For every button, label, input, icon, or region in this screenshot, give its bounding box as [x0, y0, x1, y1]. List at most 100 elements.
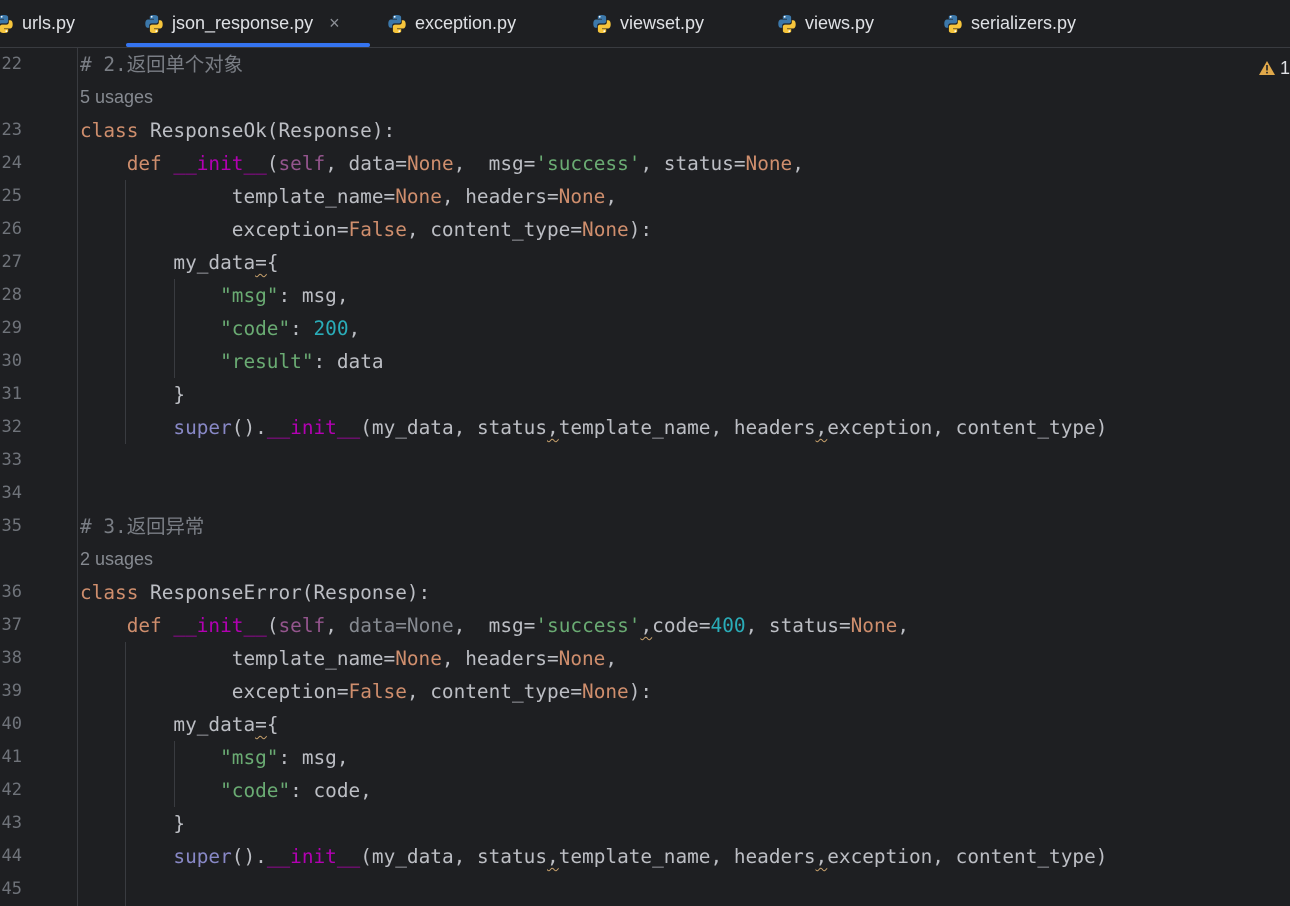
code-text[interactable]: class ResponseError(Response):: [80, 576, 430, 609]
code-line[interactable]: 37 def __init__(self, data=None, msg='su…: [0, 609, 1290, 642]
code-token: my_data: [80, 251, 256, 274]
code-text[interactable]: my_data={: [80, 246, 279, 279]
code-line[interactable]: 40 my_data={: [0, 708, 1290, 741]
code-text[interactable]: super().__init__(my_data, status,templat…: [80, 411, 1107, 444]
code-token: def: [126, 152, 174, 175]
code-token: template_name=: [80, 647, 396, 670]
code-area[interactable]: 22 # 2.返回单个对象 5 usages 23 class ResponseOk(R…: [0, 48, 1290, 906]
code-text[interactable]: "msg": msg,: [80, 741, 348, 774]
editor-tab-bar: urls.py json_response.py × exception.py …: [0, 0, 1290, 48]
code-token: exception, content_type): [827, 416, 1108, 439]
code-token: __init__: [173, 152, 267, 175]
close-tab-icon[interactable]: ×: [329, 13, 340, 34]
usages-hint-row[interactable]: 2 usages: [0, 543, 1290, 576]
python-file-icon: [387, 14, 407, 34]
code-token: , msg=: [453, 614, 536, 637]
code-text[interactable]: "msg": msg,: [80, 279, 348, 312]
code-text[interactable]: }: [80, 807, 185, 840]
line-number: 29: [1, 318, 22, 338]
code-text[interactable]: "code": 200,: [80, 312, 360, 345]
code-token: }: [80, 812, 186, 835]
code-token: , status=: [640, 152, 746, 175]
tab-urls-py[interactable]: urls.py: [0, 0, 75, 47]
code-token: __init__: [173, 614, 267, 637]
code-token: __init__: [266, 416, 361, 439]
code-line[interactable]: 28 "msg": msg,: [0, 279, 1290, 312]
code-token: :: [290, 317, 314, 340]
code-token: ,: [815, 845, 828, 868]
line-number: 34: [1, 483, 22, 503]
code-token: {: [266, 251, 279, 274]
code-text[interactable]: super().__init__(my_data, status,templat…: [80, 840, 1107, 873]
code-text[interactable]: class ResponseOk(Response):: [80, 114, 395, 147]
tab-views-py[interactable]: views.py: [777, 0, 874, 47]
code-token: : code,: [290, 779, 372, 802]
code-line[interactable]: 25 template_name=None, headers=None,: [0, 180, 1290, 213]
code-line[interactable]: 26 exception=False, content_type=None):: [0, 213, 1290, 246]
code-text[interactable]: def __init__(self, data=None, msg='succe…: [80, 147, 804, 180]
code-token: ,: [792, 152, 804, 175]
line-number: 25: [1, 186, 22, 206]
code-token: "msg": [220, 746, 279, 769]
code-text[interactable]: def __init__(self, data=None, msg='succe…: [80, 609, 909, 642]
tab-label: exception.py: [415, 13, 517, 33]
code-line[interactable]: 34: [0, 477, 1290, 510]
code-token: template_name, headers: [558, 416, 816, 439]
code-line[interactable]: 36 class ResponseError(Response):: [0, 576, 1290, 609]
code-line[interactable]: 29 "code": 200,: [0, 312, 1290, 345]
code-token: (: [266, 614, 279, 637]
usages-hint[interactable]: 5 usages: [80, 81, 153, 114]
tab-json-response-py[interactable]: json_response.py ×: [126, 0, 370, 47]
code-token: super: [173, 845, 232, 868]
python-file-icon: [144, 14, 164, 34]
line-number: 38: [1, 648, 22, 668]
code-line[interactable]: 32 super().__init__(my_data, status,temp…: [0, 411, 1290, 444]
code-token: ,: [325, 614, 349, 637]
code-token: ,: [605, 647, 618, 670]
code-token: "code": [220, 317, 291, 340]
code-line[interactable]: 41 "msg": msg,: [0, 741, 1290, 774]
code-line[interactable]: 38 template_name=None, headers=None,: [0, 642, 1290, 675]
code-text[interactable]: my_data={: [80, 708, 278, 741]
usages-hint-row[interactable]: 5 usages: [0, 81, 1290, 114]
tab-label: urls.py: [22, 13, 76, 33]
code-line[interactable]: 42 "code": code,: [0, 774, 1290, 807]
code-line[interactable]: 24 def __init__(self, data=None, msg='su…: [0, 147, 1290, 180]
code-token: , headers=: [441, 185, 559, 208]
code-text[interactable]: exception=False, content_type=None):: [80, 675, 652, 708]
code-text[interactable]: "code": code,: [80, 774, 372, 807]
code-token: ,: [348, 317, 361, 340]
code-line[interactable]: 35 # 3.返回异常: [0, 510, 1290, 543]
line-number: 43: [1, 813, 22, 833]
line-number: 26: [1, 219, 22, 239]
code-text[interactable]: exception=False, content_type=None):: [80, 213, 652, 246]
code-text[interactable]: }: [80, 378, 185, 411]
code-line[interactable]: 33: [0, 444, 1290, 477]
code-line[interactable]: 23 class ResponseOk(Response):: [0, 114, 1290, 147]
tab-serializers-py[interactable]: serializers.py: [943, 0, 1076, 47]
tab-viewset-py[interactable]: viewset.py: [592, 0, 704, 47]
code-line[interactable]: 31 }: [0, 378, 1290, 411]
usages-hint[interactable]: 2 usages: [80, 543, 153, 576]
code-line[interactable]: 22 # 2.返回单个对象: [0, 48, 1290, 81]
code-line[interactable]: 27 my_data={: [0, 246, 1290, 279]
code-line[interactable]: 45: [0, 873, 1290, 906]
code-line[interactable]: 39 exception=False, content_type=None):: [0, 675, 1290, 708]
code-text[interactable]: template_name=None, headers=None,: [80, 180, 617, 213]
code-line[interactable]: 44 super().__init__(my_data, status,temp…: [0, 840, 1290, 873]
tab-exception-py[interactable]: exception.py: [387, 0, 516, 47]
code-token: # 2.返回单个对象: [80, 53, 244, 76]
line-number: 41: [1, 747, 22, 767]
code-text[interactable]: # 2.返回单个对象: [80, 48, 243, 81]
code-line[interactable]: 43 }: [0, 807, 1290, 840]
code-text[interactable]: # 3.返回异常: [80, 510, 204, 543]
code-line[interactable]: 30 "result": data: [0, 345, 1290, 378]
code-text[interactable]: "result": data: [80, 345, 383, 378]
code-token: self: [278, 614, 326, 637]
tab-label: serializers.py: [971, 13, 1077, 33]
code-token: , headers=: [441, 647, 559, 670]
code-text[interactable]: template_name=None, headers=None,: [80, 642, 617, 675]
code-token: 'success': [535, 152, 641, 175]
